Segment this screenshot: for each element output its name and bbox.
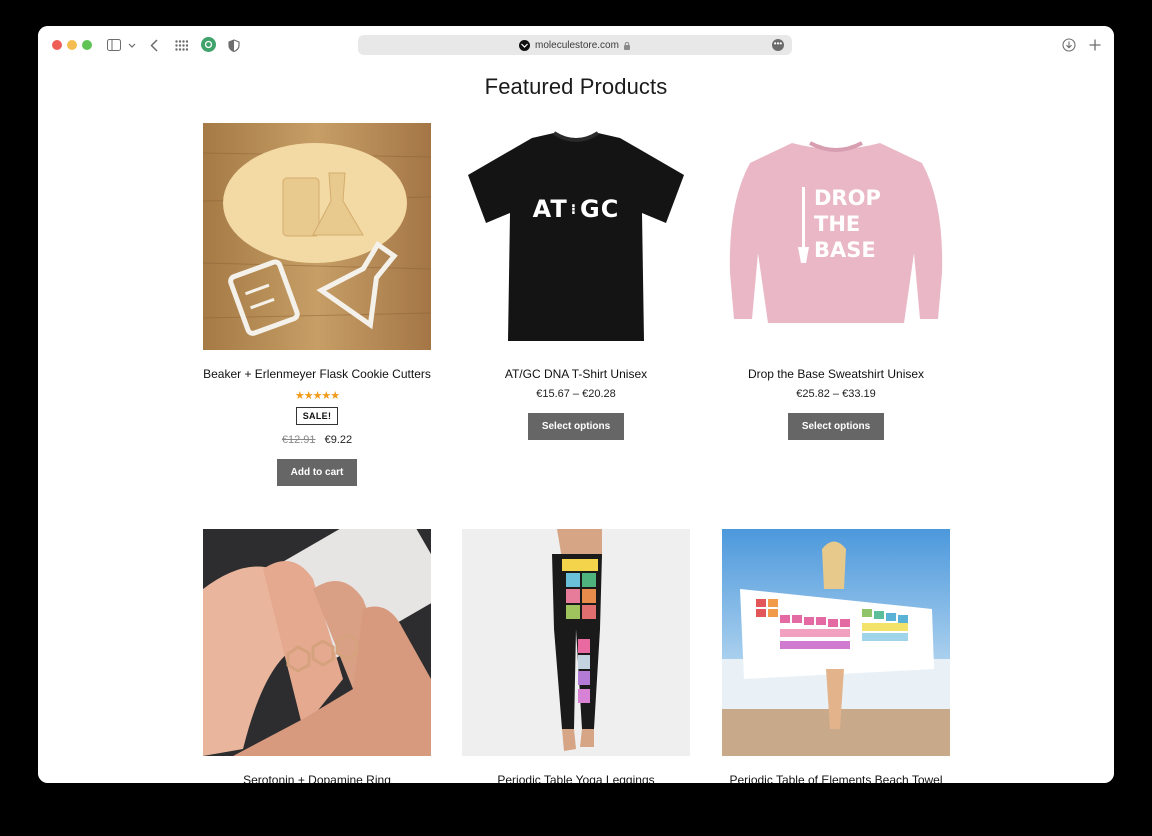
product-price: €12.91 €9.22 [203,434,431,446]
old-price: €12.91 [281,434,316,446]
product-name[interactable]: Drop the Base Sweatshirt Unisex [722,367,950,381]
product-image[interactable] [203,529,431,756]
product-card: Beaker + Erlenmeyer Flask Cookie Cutters… [203,123,431,486]
lock-icon [623,41,631,50]
product-card: Periodic Table Yoga Leggings [462,529,690,783]
chevron-down-icon[interactable] [127,36,137,54]
product-price: €15.67 – €20.28 [536,388,616,400]
product-image[interactable] [203,123,431,350]
page-title: Featured Products [484,74,668,99]
product-name[interactable]: Beaker + Erlenmeyer Flask Cookie Cutters [203,367,431,381]
product-image[interactable]: DROP THE BASE [722,123,950,350]
product-name[interactable]: Periodic Table of Elements Beach Towel [722,773,950,783]
privacy-shield-icon[interactable] [227,36,241,54]
close-window-button[interactable] [52,40,62,50]
add-to-cart-button[interactable]: Add to cart [276,459,358,486]
product-image[interactable] [722,529,950,756]
select-options-button[interactable]: Select options [787,413,885,440]
sweatshirt-print: DROP THE BASE [814,185,894,263]
download-icon[interactable] [1061,36,1077,54]
browser-toolbar: moleculestore.com ••• [38,26,1114,64]
more-options-icon[interactable]: ••• [772,39,784,51]
product-card: AT ⁝ GC AT/GC DNA T-Shirt Unisex €15.67 – … [462,123,690,440]
shirt-print-left: AT [532,195,568,223]
product-card: Periodic Table of Elements Beach Towel [722,529,950,783]
product-name[interactable]: Periodic Table Yoga Leggings [462,773,690,783]
product-card: Serotonin + Dopamine Ring [203,529,431,783]
address-bar[interactable]: moleculestore.com ••• [358,35,792,55]
select-options-button[interactable]: Select options [527,413,625,440]
shirt-print-right: GC [580,195,620,223]
extension-icon[interactable] [201,37,216,52]
rating-stars: ★★★★★ [294,390,340,402]
product-card: DROP THE BASE Drop the Base Sweatshirt U… [722,123,950,440]
sidebar-icon[interactable] [106,36,122,54]
site-favicon-icon [519,39,531,51]
product-name[interactable]: Serotonin + Dopamine Ring [203,773,431,783]
product-image[interactable] [462,529,690,756]
sale-price: €9.22 [324,434,353,446]
product-image[interactable]: AT ⁝ GC [462,123,690,350]
url-text: moleculestore.com [535,39,619,51]
minimize-window-button[interactable] [67,40,77,50]
shirt-print: AT ⁝ GC [462,195,690,223]
new-tab-icon[interactable] [1088,36,1102,54]
page-content: Featured Products Beaker + Erlenmeyer Fl… [38,64,1114,783]
sale-badge: SALE! [295,407,339,425]
product-name[interactable]: AT/GC DNA T-Shirt Unisex [462,367,690,381]
browser-window: moleculestore.com ••• Featured Products [38,26,1114,783]
back-icon[interactable] [148,36,160,54]
print-line: DROP [814,186,881,210]
print-line: BASE [814,238,876,262]
print-line: THE [814,212,861,236]
dna-helix-icon: ⁝ [570,202,578,218]
grid-icon[interactable] [174,36,188,54]
zoom-window-button[interactable] [82,40,92,50]
product-price: €25.82 – €33.19 [796,388,876,400]
